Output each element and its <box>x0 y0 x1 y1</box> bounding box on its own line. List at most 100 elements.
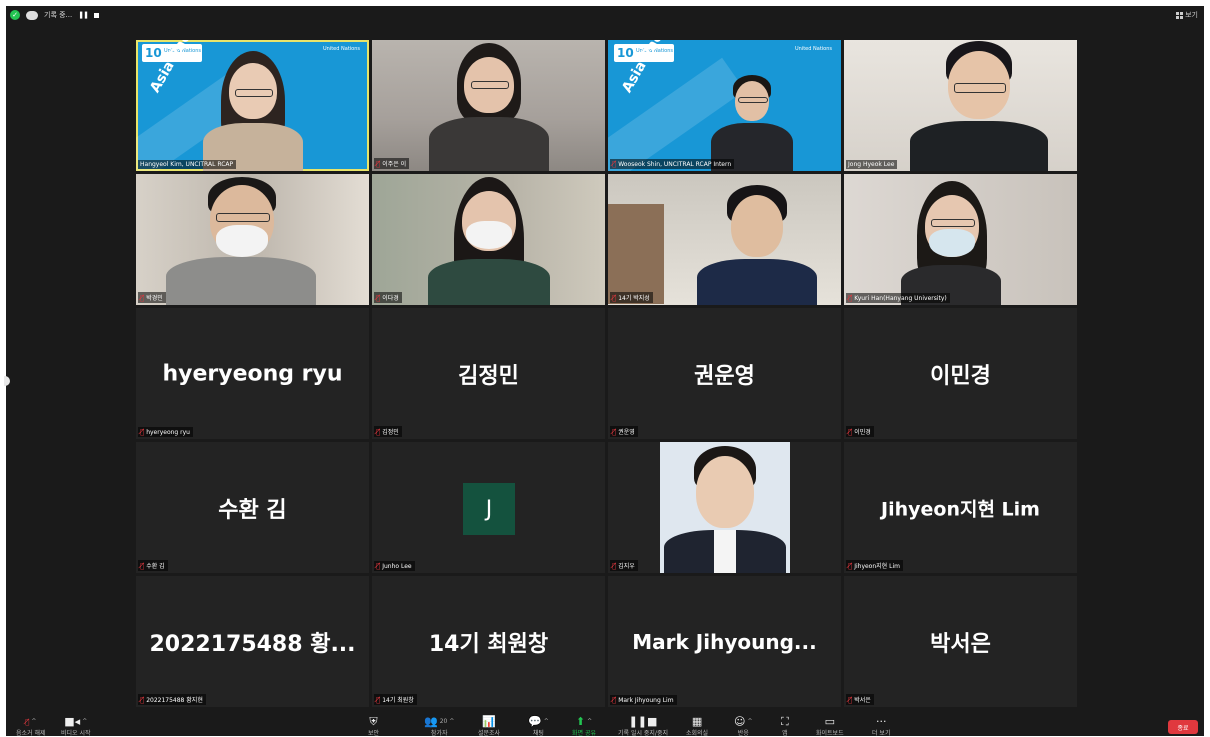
security-button[interactable]: ⛨ 보안 <box>368 716 379 737</box>
recording-controls-button[interactable]: ❚❚■ 기록 일시 중지/중지 <box>618 716 668 737</box>
participant-name: Hangyeol Kim, UNCITRAL RCAP <box>140 161 234 168</box>
top-bar: ✓ 기록 중... ❚❚ 보기 <box>6 6 1204 28</box>
camera-icon: ■◂ ^ <box>64 715 88 728</box>
participant-name: 수환 김 <box>146 563 165 570</box>
reactions-button[interactable]: ☺ ^ 반응 <box>734 716 753 737</box>
participant-name: Junho Lee <box>382 562 412 570</box>
participants-button[interactable]: 👥 20 ^ 참가자 <box>424 716 454 737</box>
gallery-grid: 10United Nations United Nations Asia Pac… <box>136 40 1077 707</box>
participant-tile-parkjiseong[interactable]: 🎙̸ 14기 박지성 <box>608 174 841 305</box>
sweater <box>428 117 549 171</box>
chat-bubble-icon: 💬 ^ <box>528 715 549 728</box>
participant-name-label: 🎙̸ 이민경 <box>846 426 874 437</box>
apps-button[interactable]: ⛶ 앱 <box>781 716 789 737</box>
chat-button[interactable]: 💬 ^ 채팅 <box>528 716 549 737</box>
smiley-icon: ☺ ^ <box>734 715 753 728</box>
participant-tile-wooseok[interactable]: 10United Nations United Nations Asia Pac… <box>608 40 841 171</box>
whiteboard-icon: ▭ <box>824 715 835 728</box>
more-button[interactable]: ··· 더 보기 <box>872 716 890 737</box>
participant-name-label: 🎙̸ 14기 최원창 <box>374 694 417 705</box>
shirt <box>165 257 316 305</box>
unmute-button[interactable]: 🎙̸ ^ 음소거 해제 <box>16 716 46 737</box>
mic-muted-icon: 🎙̸ <box>140 695 145 704</box>
whiteboard-button[interactable]: ▭ 화이트보드 <box>816 716 844 737</box>
mic-muted-icon: 🎙̸ <box>376 562 381 570</box>
participant-tile-kimjiwoo[interactable]: 🎙̸ 김지우 <box>608 442 841 573</box>
participant-name: 박서은 <box>854 697 871 704</box>
participant-video-person <box>904 41 1054 171</box>
mic-muted-icon: 🎙̸ <box>140 428 145 436</box>
mic-muted-icon: 🎙̸ <box>140 561 145 570</box>
un-anniversary-number: 10 <box>145 46 162 60</box>
glasses <box>470 81 509 89</box>
participant-display-name: hyeryeong ryu <box>162 361 343 386</box>
participant-tile-choiwonchang[interactable]: 14기 최원창 🎙̸ 14기 최원창 <box>372 576 605 707</box>
share-screen-button[interactable]: ⬆ ^ 화면 공유 <box>572 716 596 737</box>
participant-display-name: 박서은 <box>930 631 991 657</box>
face-mask <box>215 225 268 257</box>
face-mask <box>465 221 512 249</box>
participant-display-name: 이민경 <box>930 363 991 389</box>
participant-name: 김지우 <box>618 563 635 570</box>
participant-tile-hwangjihyeon[interactable]: 2022175488 황... 🎙̸ 2022175488 황지현 <box>136 576 369 707</box>
mic-muted-icon: 🎙̸ <box>848 427 853 436</box>
participant-tile-hyeryeong[interactable]: hyeryeong ryu 🎙̸ hyeryeong ryu <box>136 308 369 439</box>
participant-tile-jonghyeok[interactable]: Jong Hyeok Lee <box>844 40 1077 171</box>
end-meeting-button[interactable]: 종료 <box>1168 720 1198 734</box>
participant-display-name: 김정민 <box>458 363 519 389</box>
participant-name-label: 🎙̸ hyeryeong ryu <box>138 427 193 437</box>
participant-tile-markjihyoung[interactable]: Mark Jihyoung... 🎙̸ Mark Jihyoung Lim <box>608 576 841 707</box>
participant-name: 권운영 <box>618 429 635 436</box>
participant-name-label: 🎙̸ Kyuri Han(Hanyang University) <box>846 293 950 303</box>
participant-tile-hangyeol[interactable]: 10United Nations United Nations Asia Pac… <box>136 40 369 171</box>
participant-tile-kimjeongmin[interactable]: 김정민 🎙̸ 김정민 <box>372 308 605 439</box>
participant-display-name: Jihyeon지현 Lim <box>881 498 1040 520</box>
stop-recording-icon[interactable] <box>93 12 99 18</box>
mic-muted-icon: 🎙̸ <box>612 293 617 302</box>
participant-display-name: 2022175488 황... <box>149 631 356 657</box>
hoodie <box>697 259 818 305</box>
mic-muted-icon: 🎙̸ <box>376 159 381 168</box>
participant-tile-ijueun[interactable]: 🎙̸ 이주은 이 <box>372 40 605 171</box>
participant-tile-suhwan[interactable]: 수환 김 🎙̸ 수환 김 <box>136 442 369 573</box>
glasses <box>738 97 769 103</box>
participant-tile-parkgyeongmin[interactable]: 🎙̸ 박경민 <box>136 174 369 305</box>
participant-name-label: 🎙̸ 박서은 <box>846 694 874 705</box>
participant-tile-iminkyeong[interactable]: 이민경 🎙̸ 이민경 <box>844 308 1077 439</box>
face <box>696 456 754 528</box>
glasses <box>234 89 273 97</box>
pause-stop-icon: ❚❚■ <box>628 715 658 728</box>
breakout-rooms-button[interactable]: ▦ 소회의실 <box>686 716 708 737</box>
pause-recording-icon[interactable]: ❚❚ <box>78 11 89 19</box>
security-shield-icon[interactable]: ✓ <box>10 10 20 20</box>
people-icon: 👥 20 ^ <box>424 715 455 728</box>
participant-tile-jihyeon[interactable]: Jihyeon지현 Lim 🎙̸ Jihyeon지현 Lim <box>844 442 1077 573</box>
shield-icon: ⛨ <box>369 715 378 728</box>
profile-photo-person <box>660 442 790 573</box>
participant-name: Kyuri Han(Hanyang University) <box>854 294 947 302</box>
participant-name: 이주은 이 <box>382 161 407 168</box>
participant-name: 14기 박지성 <box>618 295 650 302</box>
participant-tile-junho[interactable]: J 🎙̸ Junho Lee <box>372 442 605 573</box>
participant-tile-parkseoeun[interactable]: 박서은 🎙̸ 박서은 <box>844 576 1077 707</box>
share-screen-icon: ⬆ ^ <box>575 715 593 728</box>
polls-button[interactable]: 📊 설문조사 <box>478 716 500 737</box>
participant-tile-gwonunyeong[interactable]: 권운영 🎙̸ 권운영 <box>608 308 841 439</box>
un-anniversary-number: 10 <box>617 46 634 60</box>
recording-status-text: 기록 중... <box>44 11 73 19</box>
participant-name-label: Hangyeol Kim, UNCITRAL RCAP <box>138 160 237 169</box>
participant-tile-kyuri[interactable]: 🎙̸ Kyuri Han(Hanyang University) <box>844 174 1077 305</box>
participant-name-label: 🎙̸ Wooseok Shin, UNCITRAL RCAP Intern <box>610 159 735 169</box>
participant-display-name: Mark Jihyoung... <box>632 629 817 654</box>
view-button[interactable]: 보기 <box>1176 10 1198 20</box>
un-logo-text: United Nations <box>323 46 361 52</box>
participant-tile-idagyeong[interactable]: 🎙̸ 이다경 <box>372 174 605 305</box>
glasses <box>931 219 976 227</box>
participant-name: Mark Jihyoung Lim <box>618 696 674 704</box>
participant-name-label: 🎙̸ 2022175488 황지현 <box>138 694 206 705</box>
participants-count: 20 <box>439 718 448 725</box>
side-panel-handle[interactable] <box>4 376 10 386</box>
start-video-button[interactable]: ■◂ ^ 비디오 시작 <box>61 716 91 737</box>
participant-name-label: 🎙̸ 수환 김 <box>138 560 168 571</box>
participant-video-person <box>165 177 316 305</box>
